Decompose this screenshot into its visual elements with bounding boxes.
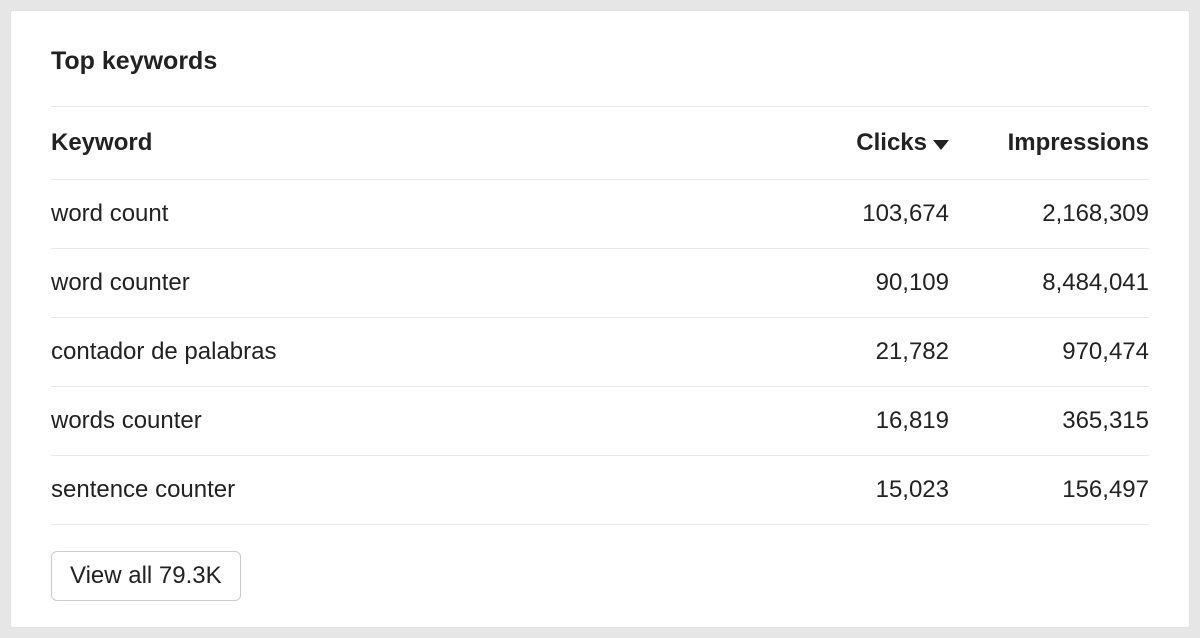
table-row: word counter 90,109 8,484,041 bbox=[51, 249, 1149, 318]
cell-keyword: word counter bbox=[51, 269, 774, 297]
cell-impressions: 970,474 bbox=[949, 338, 1149, 366]
column-header-keyword[interactable]: Keyword bbox=[51, 129, 774, 157]
table-row: sentence counter 15,023 156,497 bbox=[51, 456, 1149, 525]
column-header-clicks[interactable]: Clicks bbox=[774, 129, 949, 157]
cell-clicks: 21,782 bbox=[774, 338, 949, 366]
table-header-row: Keyword Clicks Impressions bbox=[51, 107, 1149, 180]
cell-keyword: word count bbox=[51, 200, 774, 228]
cell-impressions: 156,497 bbox=[949, 476, 1149, 504]
cell-clicks: 15,023 bbox=[774, 476, 949, 504]
cell-impressions: 2,168,309 bbox=[949, 200, 1149, 228]
card-title: Top keywords bbox=[51, 47, 1149, 107]
column-header-impressions[interactable]: Impressions bbox=[949, 129, 1149, 157]
sort-desc-icon bbox=[933, 140, 949, 150]
cell-keyword: contador de palabras bbox=[51, 338, 774, 366]
cell-clicks: 103,674 bbox=[774, 200, 949, 228]
cell-impressions: 8,484,041 bbox=[949, 269, 1149, 297]
cell-clicks: 90,109 bbox=[774, 269, 949, 297]
table-row: word count 103,674 2,168,309 bbox=[51, 180, 1149, 249]
top-keywords-card: Top keywords Keyword Clicks Impressions … bbox=[10, 10, 1190, 628]
column-header-clicks-label: Clicks bbox=[856, 129, 927, 157]
cell-clicks: 16,819 bbox=[774, 407, 949, 435]
table-row: words counter 16,819 365,315 bbox=[51, 387, 1149, 456]
cell-keyword: sentence counter bbox=[51, 476, 774, 504]
table-row: contador de palabras 21,782 970,474 bbox=[51, 318, 1149, 387]
cell-impressions: 365,315 bbox=[949, 407, 1149, 435]
view-all-button[interactable]: View all 79.3K bbox=[51, 551, 241, 601]
cell-keyword: words counter bbox=[51, 407, 774, 435]
